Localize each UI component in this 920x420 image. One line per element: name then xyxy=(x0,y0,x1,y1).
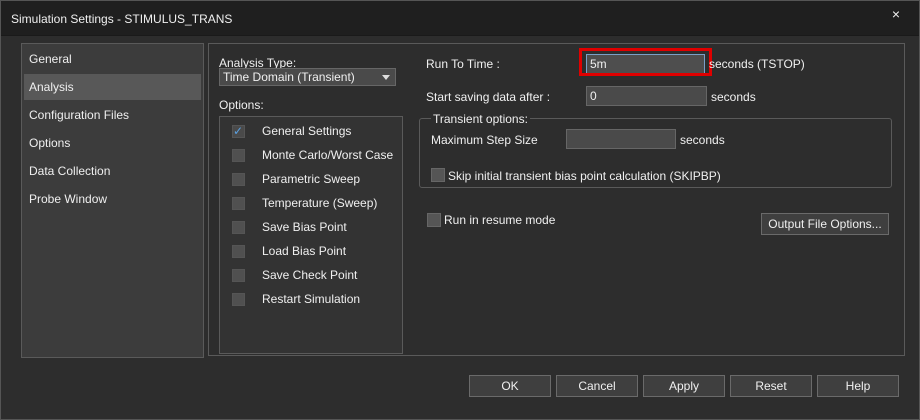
option-save-check-point[interactable]: Save Check Point xyxy=(230,266,400,284)
simulation-settings-dialog: Simulation Settings - STIMULUS_TRANS × G… xyxy=(0,0,920,420)
option-label: Temperature (Sweep) xyxy=(262,196,378,210)
run-to-time-unit: seconds (TSTOP) xyxy=(709,57,805,71)
checkbox[interactable] xyxy=(232,197,245,210)
sidebar-item-probe-window[interactable]: Probe Window xyxy=(24,186,201,212)
window-title: Simulation Settings - STIMULUS_TRANS xyxy=(11,12,233,26)
checkmark-icon: ✓ xyxy=(233,124,244,138)
checkbox[interactable] xyxy=(232,245,245,258)
analysis-type-select[interactable]: Time Domain (Transient) xyxy=(219,68,396,86)
max-step-input[interactable] xyxy=(566,129,676,149)
checkbox[interactable]: ✓ xyxy=(232,124,245,138)
option-label: Parametric Sweep xyxy=(262,172,361,186)
sidebar-item-configuration-files[interactable]: Configuration Files xyxy=(24,102,201,128)
sidebar-item-data-collection[interactable]: Data Collection xyxy=(24,158,201,184)
options-list: ✓ General Settings Monte Carlo/Worst Cas… xyxy=(219,116,403,354)
reset-button[interactable]: Reset xyxy=(730,375,812,397)
resume-mode-checkbox[interactable] xyxy=(427,213,441,227)
analysis-panel: Analysis Type: Time Domain (Transient) O… xyxy=(208,43,905,356)
sidebar-item-analysis[interactable]: Analysis xyxy=(24,74,201,100)
option-label: Save Bias Point xyxy=(262,220,347,234)
option-parametric-sweep[interactable]: Parametric Sweep xyxy=(230,170,400,188)
start-saving-label: Start saving data after : xyxy=(426,90,551,104)
option-general-settings[interactable]: ✓ General Settings xyxy=(230,122,400,140)
option-restart-simulation[interactable]: Restart Simulation xyxy=(230,290,400,308)
skip-bias-checkbox[interactable] xyxy=(431,168,445,182)
sidebar-item-options[interactable]: Options xyxy=(24,130,201,156)
checkbox[interactable] xyxy=(232,293,245,306)
ok-button[interactable]: OK xyxy=(469,375,551,397)
option-label: General Settings xyxy=(262,124,352,138)
chevron-down-icon xyxy=(382,75,390,80)
title-bar: Simulation Settings - STIMULUS_TRANS × xyxy=(1,1,919,36)
checkbox[interactable] xyxy=(232,269,245,282)
sidebar-item-general[interactable]: General xyxy=(24,46,201,72)
help-button[interactable]: Help xyxy=(817,375,899,397)
checkbox[interactable] xyxy=(232,221,245,234)
max-step-unit: seconds xyxy=(680,133,725,147)
option-load-bias-point[interactable]: Load Bias Point xyxy=(230,242,400,260)
option-label: Restart Simulation xyxy=(262,292,361,306)
close-icon[interactable]: × xyxy=(887,5,905,23)
run-to-time-label: Run To Time : xyxy=(426,57,500,71)
options-label: Options: xyxy=(219,98,264,112)
checkbox[interactable] xyxy=(232,149,245,162)
max-step-label: Maximum Step Size xyxy=(431,133,538,147)
option-temperature-sweep[interactable]: Temperature (Sweep) xyxy=(230,194,400,212)
highlight-annotation xyxy=(579,48,712,76)
option-save-bias-point[interactable]: Save Bias Point xyxy=(230,218,400,236)
option-label: Load Bias Point xyxy=(262,244,347,258)
category-sidebar: General Analysis Configuration Files Opt… xyxy=(21,43,204,358)
analysis-type-value: Time Domain (Transient) xyxy=(223,70,355,84)
checkbox[interactable] xyxy=(232,173,245,186)
output-file-options-button[interactable]: Output File Options... xyxy=(761,213,889,235)
option-label: Monte Carlo/Worst Case xyxy=(262,148,394,162)
skip-bias-label: Skip initial transient bias point calcul… xyxy=(448,169,721,183)
option-label: Save Check Point xyxy=(262,268,358,282)
transient-options-label: Transient options: xyxy=(431,112,530,126)
apply-button[interactable]: Apply xyxy=(643,375,725,397)
cancel-button[interactable]: Cancel xyxy=(556,375,638,397)
start-saving-input[interactable]: 0 xyxy=(586,86,707,106)
start-saving-unit: seconds xyxy=(711,90,756,104)
option-monte-carlo[interactable]: Monte Carlo/Worst Case xyxy=(230,146,400,164)
resume-mode-label: Run in resume mode xyxy=(444,213,556,227)
